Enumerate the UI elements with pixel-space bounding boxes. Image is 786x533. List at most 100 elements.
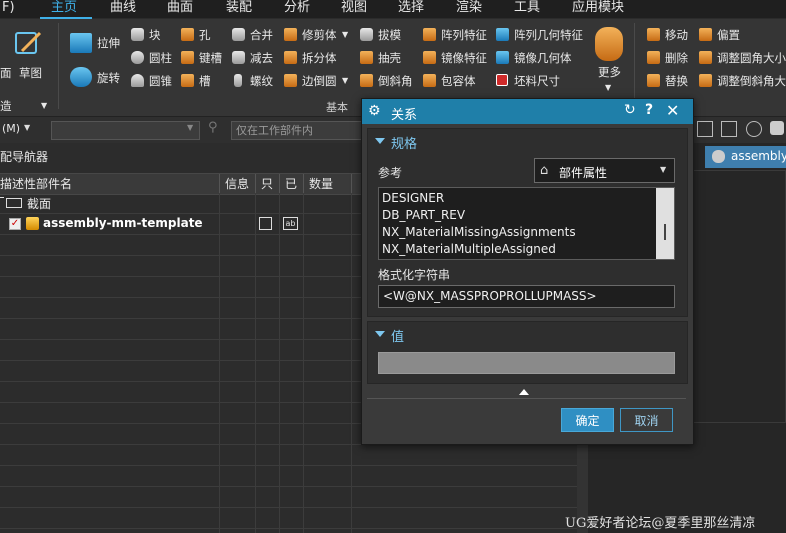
chamfer-icon[interactable]: [360, 74, 373, 87]
pattern-geometry-icon[interactable]: [496, 28, 509, 41]
stock-size-icon[interactable]: [496, 74, 508, 86]
expand-more-icon[interactable]: [519, 389, 529, 395]
menu-applications[interactable]: 应用模块: [572, 0, 624, 18]
stock-size-button[interactable]: 坯料尺寸: [514, 74, 560, 88]
chevron-down-icon[interactable]: ▼: [605, 81, 611, 95]
pattern-feature-button[interactable]: 阵列特征: [441, 28, 487, 42]
checkbox-checked-icon[interactable]: ✓: [9, 218, 21, 230]
zoom-icon[interactable]: [697, 121, 713, 137]
cylinder-button[interactable]: 圆柱: [149, 51, 172, 65]
menu-analysis[interactable]: 分析: [284, 0, 310, 18]
close-icon[interactable]: ✕: [666, 101, 679, 120]
group-dropdown-icon[interactable]: ▼: [41, 99, 47, 113]
trim-body-button[interactable]: 修剪体: [302, 28, 337, 42]
offset-region-icon[interactable]: [699, 28, 712, 41]
list-item[interactable]: DB_PART_REV: [382, 207, 465, 224]
shell-icon[interactable]: [360, 51, 373, 64]
list-item[interactable]: DESIGNER: [382, 190, 444, 207]
chevron-down-icon[interactable]: ▼: [187, 123, 193, 132]
cone-button[interactable]: 圆锥: [149, 74, 172, 88]
menu-select[interactable]: 选择: [398, 0, 424, 18]
menu-file[interactable]: F): [2, 0, 15, 18]
groove-icon[interactable]: [181, 74, 194, 87]
section-title-value[interactable]: 值: [391, 326, 404, 345]
revolve-icon[interactable]: [70, 67, 92, 87]
unite-icon[interactable]: [232, 28, 245, 41]
attribute-list[interactable]: DESIGNER DB_PART_REV NX_MaterialMissingA…: [378, 187, 675, 260]
block-icon[interactable]: [131, 28, 144, 41]
ok-button[interactable]: 确定: [561, 408, 614, 432]
subtract-button[interactable]: 减去: [250, 51, 273, 65]
mirror-feature-icon[interactable]: [423, 51, 436, 64]
menu-render[interactable]: 渲染: [456, 0, 482, 18]
dialog-title-bar[interactable]: ⚙ 关系 ↻ ? ✕: [362, 99, 693, 124]
subtract-icon[interactable]: [232, 51, 245, 64]
menu-tools[interactable]: 工具: [514, 0, 540, 18]
list-scrollbar[interactable]: [656, 188, 674, 259]
fit-icon[interactable]: [721, 121, 737, 137]
split-body-icon[interactable]: [284, 51, 297, 64]
chevron-down-icon[interactable]: ▼: [342, 74, 348, 88]
unite-button[interactable]: 合并: [250, 28, 273, 42]
hole-button[interactable]: 孔: [199, 28, 211, 42]
replace-face-icon[interactable]: [647, 74, 660, 87]
thread-icon[interactable]: [234, 74, 242, 87]
column-header-info[interactable]: 信息: [219, 174, 255, 194]
menu-home[interactable]: 主页: [51, 0, 77, 18]
shaded-icon[interactable]: [770, 121, 784, 135]
menu-surface[interactable]: 曲面: [167, 0, 193, 18]
hole-icon[interactable]: [181, 28, 194, 41]
extrude-icon[interactable]: [70, 33, 92, 53]
menu-curve[interactable]: 曲线: [110, 0, 136, 18]
trim-body-icon[interactable]: [284, 28, 297, 41]
cone-icon[interactable]: [131, 74, 144, 87]
menu-assembly[interactable]: 装配: [226, 0, 252, 18]
reference-select[interactable]: ⌂ 部件属性 ▼: [534, 158, 675, 183]
collapse-icon[interactable]: [375, 138, 385, 144]
filter-menu[interactable]: (M): [2, 122, 20, 135]
groove-button[interactable]: 槽: [199, 74, 211, 88]
draft-icon[interactable]: [360, 28, 373, 41]
offset-region-button[interactable]: 偏置: [717, 28, 740, 42]
chamfer-button[interactable]: 倒斜角: [378, 74, 413, 88]
column-header-name[interactable]: 描述性部件名: [0, 174, 219, 194]
edge-blend-icon[interactable]: [284, 74, 297, 87]
scroll-thumb[interactable]: [664, 224, 666, 240]
pattern-feature-icon[interactable]: [423, 28, 436, 41]
chevron-down-icon[interactable]: ▼: [342, 28, 348, 42]
column-header-modified[interactable]: 已: [279, 174, 303, 194]
value-input[interactable]: [378, 352, 675, 374]
format-string-input[interactable]: <W@NX_MASSPROPROLLUPMASS>: [378, 285, 675, 308]
work-part-scope-combo[interactable]: 仅在工作部件内: [231, 121, 376, 140]
sketch-button[interactable]: 草图: [19, 66, 42, 80]
keyway-button[interactable]: 键槽: [199, 51, 222, 65]
extrude-button[interactable]: 拉伸: [97, 36, 120, 50]
chevron-down-icon[interactable]: ▼: [24, 123, 30, 132]
type-filter-combo[interactable]: [51, 121, 200, 140]
split-body-button[interactable]: 拆分体: [302, 51, 337, 65]
delete-face-icon[interactable]: [647, 51, 660, 64]
cancel-button[interactable]: 取消: [620, 408, 673, 432]
shell-button[interactable]: 抽壳: [378, 51, 401, 65]
pattern-geometry-button[interactable]: 阵列几何特征: [514, 28, 583, 42]
list-item[interactable]: NX_MaterialMultipleAssigned: [382, 241, 556, 258]
mirror-geometry-button[interactable]: 镜像几何体: [514, 51, 572, 65]
delete-face-button[interactable]: 删除: [665, 51, 688, 65]
section-title-specification[interactable]: 规格: [391, 133, 417, 152]
more-icon[interactable]: [595, 27, 623, 61]
menu-view[interactable]: 视图: [341, 0, 367, 18]
move-face-button[interactable]: 移动: [665, 28, 688, 42]
column-header-readonly[interactable]: 只: [255, 174, 279, 194]
block-button[interactable]: 块: [149, 28, 161, 42]
filter-icon[interactable]: ⚲: [208, 120, 218, 135]
mirror-feature-button[interactable]: 镜像特征: [441, 51, 487, 65]
wrap-geometry-icon[interactable]: [423, 74, 436, 87]
revolve-button[interactable]: 旋转: [97, 71, 120, 85]
cylinder-icon[interactable]: [131, 51, 144, 64]
thread-button[interactable]: 螺纹: [250, 74, 273, 88]
resize-blend-icon[interactable]: [699, 51, 712, 64]
more-button[interactable]: 更多: [598, 65, 621, 79]
move-face-icon[interactable]: [647, 28, 660, 41]
edge-blend-button[interactable]: 边倒圆: [302, 74, 337, 88]
resize-blend-button[interactable]: 调整圆角大小: [717, 51, 786, 65]
